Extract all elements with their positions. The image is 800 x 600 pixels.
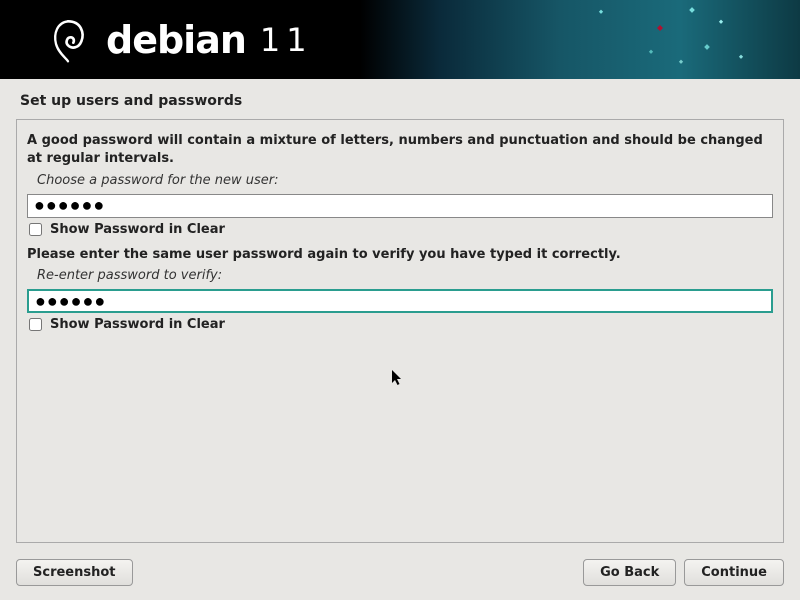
show-password2-label[interactable]: Show Password in Clear [50,317,225,332]
show-password1-checkbox[interactable] [29,223,42,236]
debian-swirl-logo [48,14,88,66]
brand-version: 11 [260,21,313,59]
brand-name: debian [106,18,246,62]
password1-input[interactable]: ●●●●●● [27,194,773,218]
password2-input[interactable]: ●●●●●● [27,289,773,313]
continue-button[interactable]: Continue [684,559,784,586]
password-instruction: A good password will contain a mixture o… [27,132,773,167]
page-title: Set up users and passwords [0,79,800,119]
header-decoration [540,0,800,79]
password1-label: Choose a password for the new user: [37,173,773,188]
verify-instruction: Please enter the same user password agai… [27,247,773,262]
show-password1-label[interactable]: Show Password in Clear [50,222,225,237]
screenshot-button[interactable]: Screenshot [16,559,133,586]
show-password2-checkbox[interactable] [29,318,42,331]
installer-header: debian 11 [0,0,800,79]
password2-label: Re-enter password to verify: [37,268,773,283]
content-panel: A good password will contain a mixture o… [16,119,784,543]
footer-bar: Screenshot Go Back Continue [0,545,800,600]
go-back-button[interactable]: Go Back [583,559,676,586]
